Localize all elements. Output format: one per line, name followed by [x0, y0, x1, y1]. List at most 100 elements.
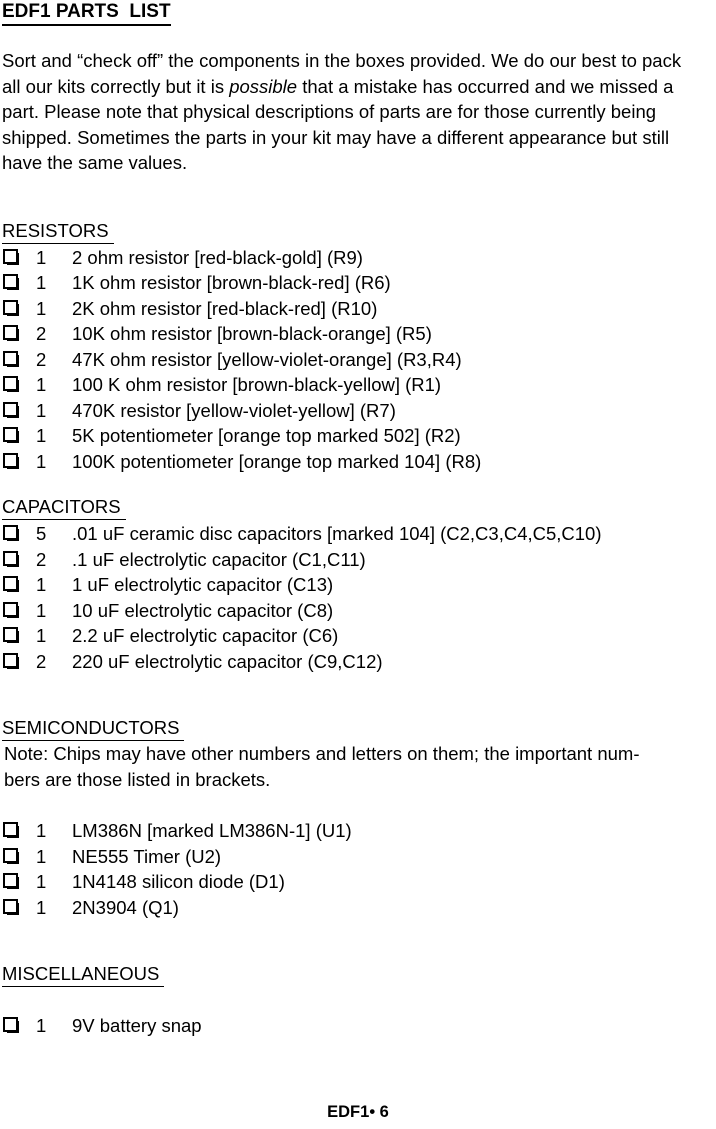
checkbox-cell[interactable]	[2, 843, 36, 869]
section-note: Note: Chips may have other numbers and l…	[4, 743, 640, 790]
item-quantity: 1	[36, 574, 47, 596]
checkbox-cell[interactable]	[2, 622, 36, 648]
checkbox-box	[3, 401, 18, 417]
parts-item-row[interactable]: 1 2.2 uF electrolytic capacitor (C6)	[2, 622, 716, 648]
checkbox-icon[interactable]	[3, 652, 19, 669]
section-resistors: RESISTORS 1 2 ohm resistor [red-black-gold…	[0, 219, 716, 474]
checkbox-box	[3, 822, 18, 838]
parts-item-row[interactable]: 1 100K potentiometer [orange top marked 1…	[2, 448, 716, 474]
checkbox-cell[interactable]	[2, 269, 36, 295]
checkbox-cell[interactable]	[2, 422, 36, 448]
item-quantity: 2	[36, 548, 47, 570]
checkbox-icon[interactable]	[3, 1017, 19, 1034]
section-heading-container: SEMICONDUCTORS	[2, 716, 716, 741]
checkbox-cell[interactable]	[2, 571, 36, 597]
checkbox-cell[interactable]	[2, 371, 36, 397]
checkbox-icon[interactable]	[3, 822, 19, 839]
checkbox-cell[interactable]	[2, 320, 36, 346]
section-heading-container: MISCELLANEOUS	[2, 962, 716, 987]
checkbox-cell[interactable]	[2, 817, 36, 843]
checkbox-icon[interactable]	[3, 427, 19, 444]
checkbox-box	[3, 576, 18, 592]
checkbox-box	[3, 652, 18, 668]
checkbox-box	[3, 847, 18, 863]
checkbox-cell[interactable]	[2, 546, 36, 572]
checkbox-box	[3, 376, 18, 392]
item-quantity: 1	[36, 246, 47, 268]
item-quantity: 1	[36, 374, 47, 396]
checkbox-icon[interactable]	[3, 525, 19, 542]
parts-item-row[interactable]: 1 2K ohm resistor [red-black-red] (R10)	[2, 295, 716, 321]
parts-item-row[interactable]: 2 .1 uF electrolytic capacitor (C1,C11)	[2, 546, 716, 572]
parts-item-row[interactable]: 1 5K potentiometer [orange top marked 502…	[2, 422, 716, 448]
checkbox-icon[interactable]	[3, 274, 19, 291]
checkbox-icon[interactable]	[3, 550, 19, 567]
checkbox-box	[3, 898, 18, 914]
item-description: .1 uF electrolytic capacitor (C1,C11)	[72, 548, 366, 570]
checkbox-cell[interactable]	[2, 346, 36, 372]
item-quantity: 1	[36, 272, 47, 294]
item-description: 10 uF electrolytic capacitor (C8)	[72, 599, 334, 621]
parts-item-row[interactable]: 2 47K ohm resistor [yellow-violet-orange]…	[2, 346, 716, 372]
checkbox-cell[interactable]	[2, 520, 36, 546]
parts-item-row[interactable]: 2 10K ohm resistor [brown-black-orange] (…	[2, 320, 716, 346]
checkbox-cell[interactable]	[2, 868, 36, 894]
checkbox-icon[interactable]	[3, 601, 19, 618]
item-description: 2 ohm resistor [red-black-gold] (R9)	[72, 246, 363, 268]
checkbox-icon[interactable]	[3, 299, 19, 316]
checkbox-cell[interactable]	[2, 648, 36, 674]
checkbox-icon[interactable]	[3, 376, 19, 393]
parts-item-row[interactable]: 1 1N4148 silicon diode (D1)	[2, 868, 716, 894]
parts-item-row[interactable]: 1 100 K ohm resistor [brown-black-yellow]…	[2, 371, 716, 397]
item-quantity: 2	[36, 323, 47, 345]
checkbox-cell[interactable]	[2, 295, 36, 321]
item-description: 10K ohm resistor [brown-black-orange] (R…	[72, 323, 432, 345]
parts-list-page: EDF1 PARTS LIST Sort and “check off” the…	[0, 0, 716, 1129]
checkbox-box	[3, 427, 18, 443]
parts-item-list: 1 9V battery snap	[2, 1012, 716, 1038]
item-quantity: 2	[36, 650, 47, 672]
parts-item-row[interactable]: 1 LM386N [marked LM386N-1] (U1)	[2, 817, 716, 843]
parts-item-row[interactable]: 1 10 uF electrolytic capacitor (C8)	[2, 597, 716, 623]
parts-item-row[interactable]: 1 1K ohm resistor [brown-black-red] (R6)	[2, 269, 716, 295]
checkbox-icon[interactable]	[3, 452, 19, 469]
checkbox-icon[interactable]	[3, 627, 19, 644]
parts-item-row[interactable]: 1 1 uF electrolytic capacitor (C13)	[2, 571, 716, 597]
checkbox-icon[interactable]	[3, 873, 19, 890]
checkbox-cell[interactable]	[2, 397, 36, 423]
parts-item-row[interactable]: 5 .01 uF ceramic disc capacitors [marked …	[2, 520, 716, 546]
checkbox-cell[interactable]	[2, 597, 36, 623]
checkbox-box	[3, 274, 18, 290]
section-semiconductors: SEMICONDUCTORS Note: Chips may have other…	[0, 716, 716, 919]
checkbox-cell[interactable]	[2, 1012, 36, 1038]
item-quantity: 1	[36, 845, 47, 867]
item-description: 100K potentiometer [orange top marked 10…	[72, 450, 482, 472]
parts-item-row[interactable]: 1 NE555 Timer (U2)	[2, 843, 716, 869]
item-description: 2K ohm resistor [red-black-red] (R10)	[72, 297, 378, 319]
checkbox-icon[interactable]	[3, 401, 19, 418]
parts-item-row[interactable]: 1 470K resistor [yellow-violet-yellow] (R…	[2, 397, 716, 423]
parts-item-row[interactable]: 1 9V battery snap	[2, 1012, 716, 1038]
checkbox-icon[interactable]	[3, 847, 19, 864]
item-description: 1N4148 silicon diode (D1)	[72, 871, 285, 893]
checkbox-icon[interactable]	[3, 898, 19, 915]
checkbox-cell[interactable]	[2, 244, 36, 270]
checkbox-icon[interactable]	[3, 248, 19, 265]
parts-item-list: 1 LM386N [marked LM386N-1] (U1) 1 NE555 Tim…	[2, 817, 716, 919]
parts-item-row[interactable]: 1 2N3904 (Q1)	[2, 894, 716, 920]
checkbox-icon[interactable]	[3, 325, 19, 342]
parts-item-row[interactable]: 2 220 uF electrolytic capacitor (C9,C12)	[2, 648, 716, 674]
checkbox-cell[interactable]	[2, 448, 36, 474]
checkbox-icon[interactable]	[3, 576, 19, 593]
checkbox-box	[3, 1017, 18, 1033]
section-heading: RESISTORS	[2, 219, 114, 244]
checkbox-cell[interactable]	[2, 894, 36, 920]
item-quantity: 1	[36, 399, 47, 421]
section-capacitors: CAPACITORS 5 .01 uF ceramic disc capacitor…	[0, 495, 716, 673]
checkbox-icon[interactable]	[3, 350, 19, 367]
parts-item-row[interactable]: 1 2 ohm resistor [red-black-gold] (R9)	[2, 244, 716, 270]
